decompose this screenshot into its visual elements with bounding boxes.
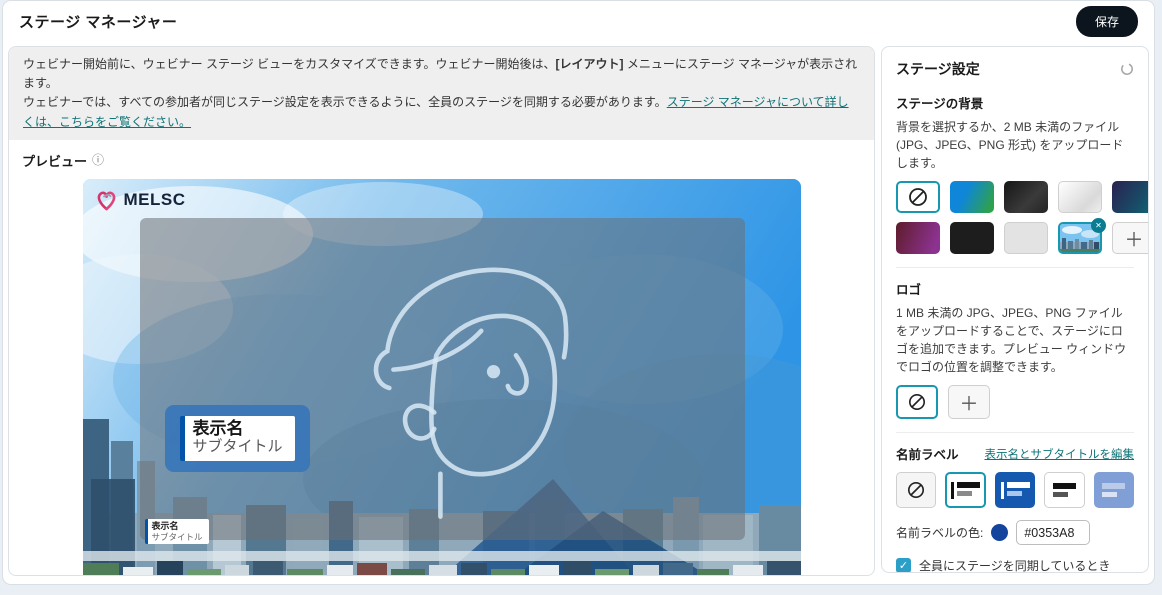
preview-heading-row: プレビュー ⓘ <box>22 151 874 170</box>
bg-none-button[interactable] <box>896 181 940 213</box>
no-logo-icon <box>908 393 926 411</box>
header: ステージ マネージャー 保存 <box>3 1 1154 41</box>
refresh-icon[interactable] <box>1120 62 1134 76</box>
logo-none-button[interactable] <box>896 385 938 419</box>
bg-city-thumb-selected[interactable]: ✕ <box>1058 218 1106 254</box>
name-label-card: 表示名 サブタイトル <box>179 415 295 461</box>
info-icon[interactable]: ⓘ <box>92 154 104 166</box>
main-content: ウェビナー開始前に、ウェビナー ステージ ビューをカスタマイズできます。ウェビナ… <box>3 41 1154 576</box>
background-description: 背景を選択するか、2 MB 未満のファイル (JPG、JPEG、PNG 形式) … <box>896 120 1124 170</box>
banner-line2: ウェビナーでは、すべての参加者が同じステージ設定を表示できるように、全員のステー… <box>23 95 667 110</box>
display-name-text: 表示名 <box>192 418 244 438</box>
divider <box>896 432 1134 433</box>
color-value-input[interactable] <box>1016 520 1091 545</box>
bg-red-purple-thumb[interactable] <box>896 222 940 254</box>
logo-description: 1 MB 未満の JPG、JPEG、PNG ファイルをアップロードすることで、ス… <box>896 306 1127 374</box>
stage-manager-window: ステージ マネージャー 保存 ウェビナー開始前に、ウェビナー ステージ ビューを… <box>2 0 1155 585</box>
info-banner: ウェビナー開始前に、ウェビナー ステージ ビューをカスタマイズできます。ウェビナ… <box>9 47 874 140</box>
background-thumbnails: ✕ ＋ <box>896 181 1148 254</box>
subtitle-text-small: サブタイトル <box>151 531 203 542</box>
divider <box>896 267 1134 268</box>
fade-checkbox-label: 全員にステージを同期しているときは、15 秒後にフェードアウトします。 <box>919 559 1111 573</box>
label-style-outline-bar-button[interactable] <box>945 472 987 508</box>
label-style-filled-blue-button[interactable] <box>995 472 1036 508</box>
bg-upload-button[interactable]: ＋ <box>1112 222 1148 254</box>
logo-upload-button[interactable]: ＋ <box>948 385 990 419</box>
logo-heading: ロゴ <box>896 283 922 297</box>
no-label-icon <box>908 481 925 499</box>
edit-name-subtitle-link[interactable]: 表示名とサブタイトルを編集 <box>985 446 1135 462</box>
logo-text: MELSC <box>123 189 186 209</box>
subtitle-text: サブタイトル <box>192 438 283 456</box>
name-label-small: 表示名 サブタイトル <box>144 518 209 544</box>
preview-panel: ウェビナー開始前に、ウェビナー ステージ ビューをカスタマイズできます。ウェビナ… <box>8 46 875 576</box>
name-label-styles <box>896 472 1135 508</box>
page-title: ステージ マネージャー <box>19 13 178 31</box>
stage-logo: MELSC <box>95 188 186 212</box>
stage-preview: MELSC 表示名 サブタイトル 表示名 サブタイトル <box>82 178 801 575</box>
fade-checkbox-checked[interactable]: ✓ <box>896 558 911 572</box>
fade-checkbox-row: ✓ 全員にステージを同期しているときは、15 秒後にフェードアウトします。 <box>896 557 1134 573</box>
bg-blue-green-thumb[interactable] <box>950 181 994 213</box>
avatar-face-illustration <box>373 267 568 519</box>
banner-layout-bold: [レイアウト] <box>555 57 624 71</box>
bg-purple-teal-thumb[interactable] <box>1112 181 1148 213</box>
label-style-plain-button[interactable] <box>1044 472 1085 508</box>
logo-options: ＋ <box>896 385 1134 419</box>
no-background-icon <box>909 188 927 206</box>
banner-line1: ウェビナー開始前に、ウェビナー ステージ ビューをカスタマイズできます。ウェビナ… <box>23 57 556 71</box>
bg-dark-wave-thumb[interactable] <box>1004 181 1048 213</box>
bg-light-silk-thumb[interactable] <box>1058 181 1102 213</box>
label-color-label: 名前ラベルの色: <box>896 526 984 540</box>
heart-logo-icon <box>97 191 115 211</box>
label-style-light-blue-button[interactable] <box>1093 472 1135 508</box>
save-button[interactable]: 保存 <box>1075 5 1138 37</box>
name-label-header-row: 名前ラベル 表示名とサブタイトルを編集 <box>896 444 1134 463</box>
name-label-draggable[interactable]: 表示名 サブタイトル <box>164 404 310 472</box>
background-heading: ステージの背景 <box>896 97 984 111</box>
stage-settings-panel: ステージ設定 ステージの背景 背景を選択するか、2 MB 未満のファイル (JP… <box>881 46 1149 573</box>
settings-title: ステージ設定 <box>896 61 980 77</box>
remove-background-icon[interactable]: ✕ <box>1091 218 1106 233</box>
name-label-heading: 名前ラベル <box>896 448 959 462</box>
bg-black-thumb[interactable] <box>950 222 994 254</box>
settings-header: ステージ設定 <box>896 59 1134 79</box>
display-name-text-small: 表示名 <box>151 520 179 531</box>
preview-title: プレビュー <box>22 153 88 169</box>
color-swatch[interactable] <box>991 524 1009 541</box>
label-style-none-button[interactable] <box>896 472 937 508</box>
label-color-row: 名前ラベルの色: <box>896 520 1134 545</box>
bg-gray-thumb[interactable] <box>1004 222 1048 254</box>
